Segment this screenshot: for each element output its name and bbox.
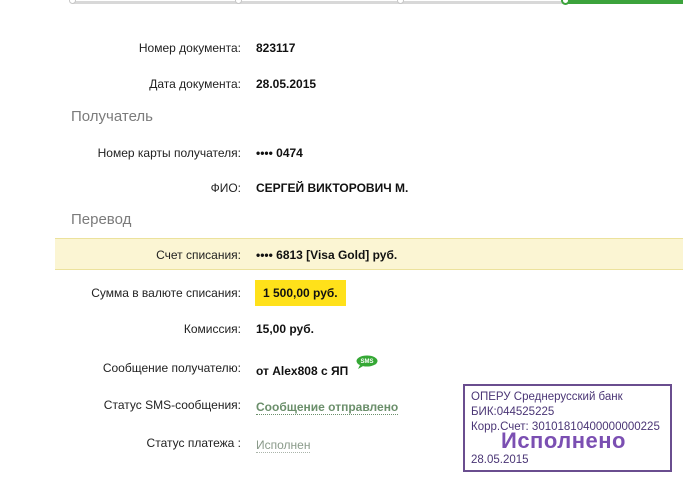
bank-stamp: ОПЕРУ Среднерусский банк БИК:044525225 К… [463, 384, 672, 472]
stamp-bank-name: ОПЕРУ Среднерусский банк [471, 391, 623, 403]
sms-icon: SMS [356, 355, 378, 369]
doc-date-label: Дата документа: [149, 77, 241, 91]
progress-done [565, 0, 683, 4]
recipient-name-label: ФИО: [210, 181, 241, 195]
payment-status-value[interactable]: Исполнен [256, 438, 311, 453]
stamp-status: Исполнено [501, 428, 626, 453]
fee-label: Комиссия: [183, 322, 241, 336]
sms-status-value[interactable]: Сообщение отправлено [256, 400, 399, 415]
recipient-card-value: •••• 0474 [256, 146, 303, 160]
account-row: Счет списания: •••• 6813 [Visa Gold] руб… [0, 243, 683, 267]
doc-number-row: Номер документа: 823117 [0, 36, 683, 60]
step-4-dot-active [561, 0, 570, 5]
recipient-card-label: Номер карты получателя: [97, 146, 241, 160]
doc-number-value: 823117 [256, 41, 296, 55]
account-label: Счет списания: [156, 248, 241, 262]
sms-icon-text: SMS [360, 359, 373, 365]
recipient-name-value: СЕРГЕЙ ВИКТОРОВИЧ М. [256, 181, 409, 195]
doc-date-row: Дата документа: 28.05.2015 [0, 72, 683, 96]
message-value: от Alex808 с ЯП [256, 364, 349, 378]
payment-status-label: Статус платежа : [146, 436, 241, 450]
stamp-date: 28.05.2015 [471, 454, 529, 466]
account-value: •••• 6813 [Visa Gold] руб. [256, 248, 398, 262]
progress-steps [0, 0, 683, 8]
recipient-section-title: Получатель [71, 108, 153, 125]
sms-status-label: Статус SMS-сообщения: [103, 398, 241, 412]
progress-track [72, 1, 568, 4]
recipient-card-row: Номер карты получателя: •••• 0474 [0, 141, 683, 165]
fee-value: 15,00 руб. [256, 322, 314, 336]
stamp-bik: БИК:044525225 [471, 406, 555, 418]
doc-date-value: 28.05.2015 [256, 77, 317, 91]
doc-number-label: Номер документа: [138, 41, 241, 55]
message-row: Сообщение получателю: от Alex808 с ЯП SM… [0, 355, 683, 380]
amount-label: Сумма в валюте списания: [91, 286, 241, 300]
fee-row: Комиссия: 15,00 руб. [0, 317, 683, 341]
recipient-name-row: ФИО: СЕРГЕЙ ВИКТОРОВИЧ М. [0, 176, 683, 200]
message-label: Сообщение получателю: [102, 361, 241, 375]
amount-value: 1 500,00 руб. [255, 280, 346, 306]
transfer-section-title: Перевод [71, 211, 132, 228]
message-value-wrap: от Alex808 с ЯП SMS [256, 355, 378, 378]
